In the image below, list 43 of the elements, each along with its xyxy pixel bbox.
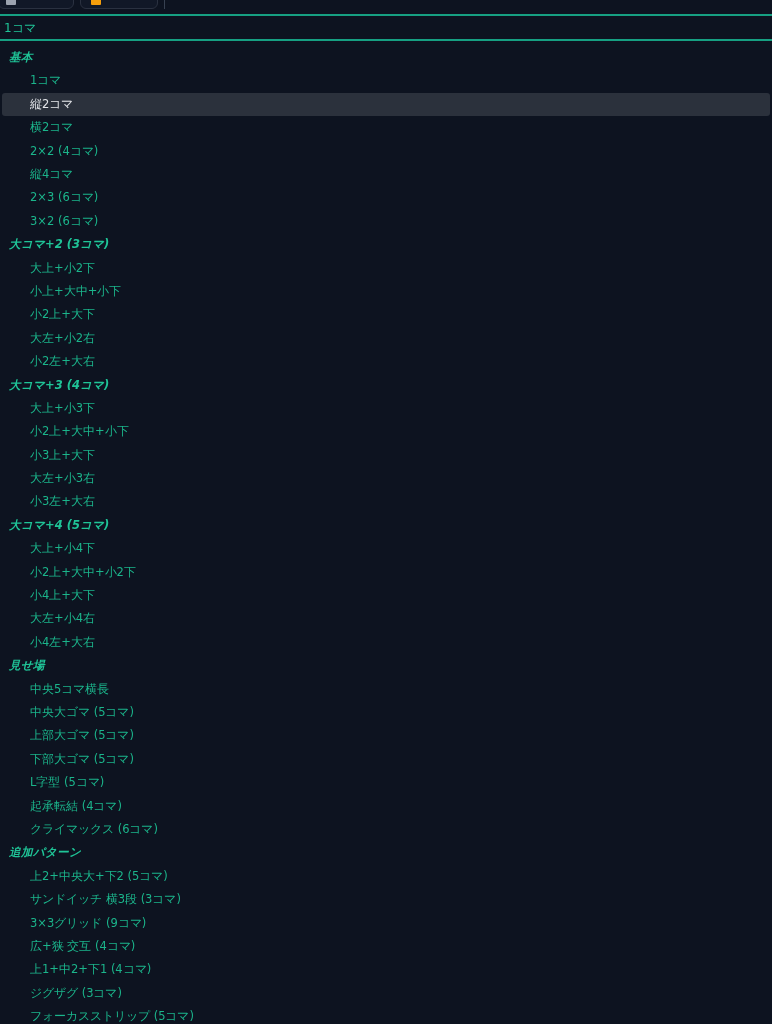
option-item[interactable]: 小4上+大下 [2, 584, 770, 608]
option-item[interactable]: 大上+小3下 [2, 396, 770, 421]
option-item[interactable]: 中央5コマ横長 [2, 677, 770, 701]
option-item[interactable]: 上部大ゴマ (5コマ) [2, 724, 770, 748]
option-item[interactable]: サンドイッチ 横3段 (3コマ) [2, 888, 770, 912]
option-item[interactable]: 起承転結 (4コマ) [2, 794, 770, 818]
group-label: 見せ場 [8, 657, 47, 675]
option-item[interactable]: 大上+小4下 [2, 537, 770, 561]
option-item[interactable]: 小上+大中+小下 [2, 279, 770, 304]
option-item[interactable]: 小3上+大下 [2, 443, 770, 468]
option-item[interactable]: 2×3 (6コマ) [2, 186, 770, 210]
option-item[interactable]: 上2+中央大+下2 (5コマ) [2, 864, 770, 889]
option-item[interactable]: フォーカスストリップ (5コマ) [2, 1005, 770, 1024]
option-item[interactable]: 小4左+大右 [2, 630, 770, 655]
layout-select[interactable]: 1コマ [0, 14, 772, 41]
option-item[interactable]: 小2上+大中+小下 [2, 420, 770, 444]
option-item[interactable]: 横2コマ [2, 116, 770, 140]
option-item[interactable]: 小2左+大右 [2, 350, 770, 374]
option-item[interactable]: 2×2 (4コマ) [2, 139, 770, 163]
group-label: 追加パターン [8, 844, 82, 862]
option-item[interactable]: クライマックス (6コマ) [2, 817, 770, 842]
group-label: 大コマ+3 (4コマ) [8, 376, 111, 394]
option-item[interactable]: 下部大ゴマ (5コマ) [2, 747, 770, 772]
option-item[interactable]: 3×3グリッド (9コマ) [2, 911, 770, 935]
option-item[interactable]: 大左+小2右 [2, 326, 770, 351]
option-item[interactable]: 中央大ゴマ (5コマ) [2, 700, 770, 725]
option-item[interactable]: 小2上+大下 [2, 303, 770, 327]
option-item[interactable]: 小3左+大右 [2, 490, 770, 514]
option-item[interactable]: 上1+中2+下1 (4コマ) [2, 958, 770, 982]
option-item[interactable]: 広+狭 交互 (4コマ) [2, 934, 770, 959]
group-label: 基本 [8, 49, 35, 67]
option-item[interactable]: L字型 (5コマ) [2, 771, 770, 795]
option-item[interactable]: 3×2 (6コマ) [2, 209, 770, 234]
option-item[interactable]: 大左+小3右 [2, 467, 770, 491]
group-label: 大コマ+4 (5コマ) [8, 516, 111, 534]
group-label: 大コマ+2 (3コマ) [8, 236, 111, 254]
option-item[interactable]: 大左+小4右 [2, 607, 770, 631]
option-item[interactable]: 1コマ [2, 69, 770, 93]
option-item[interactable]: ジグザグ (3コマ) [2, 981, 770, 1005]
option-item[interactable]: 縦4コマ [2, 162, 770, 187]
option-item[interactable]: 縦2コマ [2, 92, 770, 117]
option-item[interactable]: 小2上+大中+小2下 [2, 560, 770, 584]
option-item[interactable]: 大上+小2下 [2, 256, 770, 280]
